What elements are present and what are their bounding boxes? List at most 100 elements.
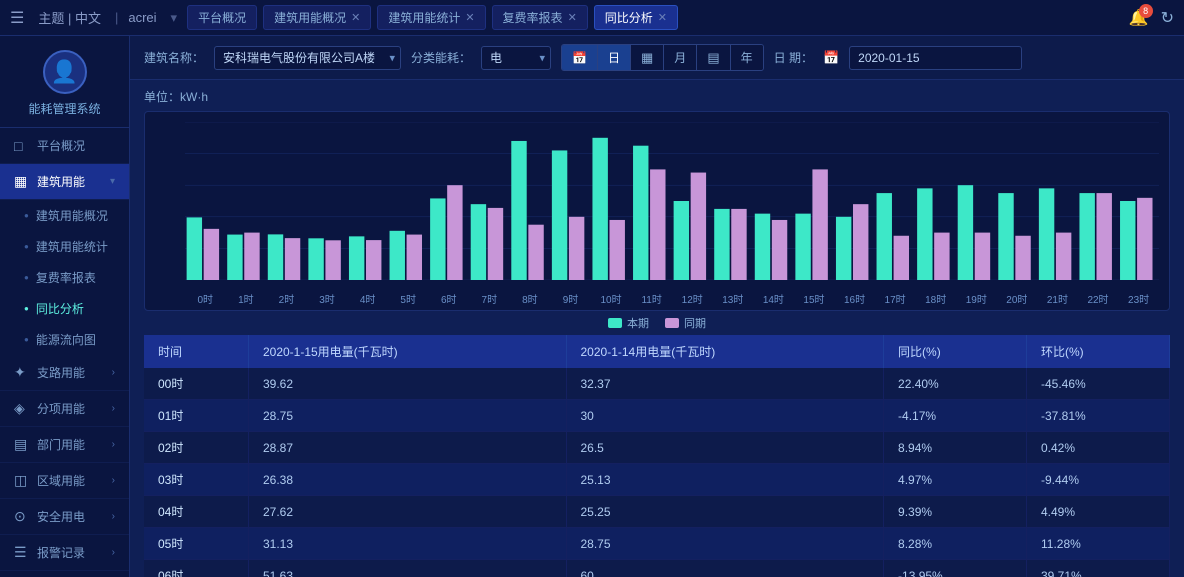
- legend-current: 本期: [608, 315, 649, 331]
- sidebar-item-branch-energy[interactable]: ✦ 支路用能 ›: [0, 355, 129, 391]
- x-axis-label: 15时: [794, 291, 835, 306]
- col-qoq: 环比(%): [1026, 335, 1169, 368]
- close-tab-3[interactable]: ✕: [568, 11, 577, 24]
- table-row: 03时26.3825.134.97%-9.44%: [144, 464, 1170, 496]
- sidebar-item-tiered-report[interactable]: 复费率报表: [0, 262, 129, 293]
- day-btn[interactable]: 日: [598, 45, 631, 70]
- x-axis-label: 20时: [997, 291, 1038, 306]
- sidebar-item-settings[interactable]: ⚙ 系统设置 ›: [0, 571, 129, 577]
- month-btn[interactable]: 月: [664, 45, 697, 70]
- notification-button[interactable]: 🔔 8: [1129, 8, 1149, 28]
- date-input[interactable]: [849, 46, 1022, 70]
- menu-icon[interactable]: ☰: [10, 8, 24, 28]
- branch-icon: ✦: [14, 364, 30, 381]
- tab-building-energy-stats[interactable]: 建筑用能统计 ✕: [377, 5, 485, 30]
- table-cell: 03时: [144, 464, 248, 496]
- platform-icon: □: [14, 138, 30, 154]
- building-select[interactable]: 安科瑞电气股份有限公司A楼: [214, 46, 401, 70]
- table-cell: 28.75: [566, 528, 884, 560]
- topbar: ☰ 主题 | 中文 | acrei ▾ 平台概况 建筑用能概况 ✕ 建筑用能统计…: [0, 0, 1184, 36]
- x-axis-label: 18时: [915, 291, 956, 306]
- year-grid-icon[interactable]: ▤: [697, 45, 730, 70]
- topbar-right: 🔔 8 ↻: [1129, 8, 1174, 28]
- building-label: 建筑名称：: [144, 49, 204, 66]
- table-cell: 06时: [144, 560, 248, 577]
- table-cell: 32.37: [566, 368, 884, 400]
- brand-sep: |: [115, 10, 118, 25]
- sidebar-nav: □ 平台概况 ▦ 建筑用能 ▾ 建筑用能概况 建筑用能统计 复费率报表 同比分析…: [0, 128, 129, 577]
- table-row: 01时28.7530-4.17%-37.81%: [144, 400, 1170, 432]
- chevron-right-icon-4: ›: [112, 475, 115, 486]
- table-cell: 25.13: [566, 464, 884, 496]
- chart-unit: 单位：kW·h: [144, 88, 1170, 105]
- chart-legend: 本期 同期: [144, 315, 1170, 331]
- table-cell: 25.25: [566, 496, 884, 528]
- x-axis-label: 22时: [1078, 291, 1119, 306]
- table-cell: -13.95%: [884, 560, 1027, 577]
- tab-yoy-analysis[interactable]: 同比分析 ✕: [594, 5, 678, 30]
- table-cell: 0.42%: [1026, 432, 1169, 464]
- sidebar-item-item-energy[interactable]: ◈ 分项用能 ›: [0, 391, 129, 427]
- sidebar-item-dept-energy[interactable]: ▤ 部门用能 ›: [0, 427, 129, 463]
- bar-chart: [185, 122, 1159, 280]
- close-tab-2[interactable]: ✕: [465, 11, 474, 24]
- alarm-icon: ☰: [14, 544, 30, 561]
- sidebar-item-energy-flow[interactable]: 能源流向图: [0, 324, 129, 355]
- sidebar-item-building-energy[interactable]: ▦ 建筑用能 ▾: [0, 164, 129, 200]
- sidebar-item-alarm[interactable]: ☰ 报警记录 ›: [0, 535, 129, 571]
- zone-icon: ◫: [14, 472, 30, 489]
- sidebar: 👤 能耗管理系统 □ 平台概况 ▦ 建筑用能 ▾ 建筑用能概况 建筑用能统计 复…: [0, 36, 130, 577]
- chevron-right-icon-3: ›: [112, 439, 115, 450]
- chevron-right-icon-5: ›: [112, 511, 115, 522]
- col-current: 2020-1-15用电量(千瓦时): [248, 335, 566, 368]
- x-axis-label: 1时: [226, 291, 267, 306]
- legend-prev: 同期: [665, 315, 706, 331]
- table-cell: 30: [566, 400, 884, 432]
- tab-platform-overview[interactable]: 平台概况: [187, 5, 257, 30]
- table-cell: 28.87: [248, 432, 566, 464]
- calendar-icon-btn[interactable]: 📅: [562, 45, 598, 70]
- x-axis-label: 16时: [834, 291, 875, 306]
- x-axis-label: 11时: [631, 291, 672, 306]
- sidebar-item-safety[interactable]: ⊙ 安全用电 ›: [0, 499, 129, 535]
- building-energy-icon: ▦: [14, 173, 30, 190]
- main-layout: 👤 能耗管理系统 □ 平台概况 ▦ 建筑用能 ▾ 建筑用能概况 建筑用能统计 复…: [0, 36, 1184, 577]
- month-grid-icon[interactable]: ▦: [631, 45, 664, 70]
- calendar-icon: 📅: [823, 50, 839, 66]
- x-axis-label: 3时: [307, 291, 348, 306]
- x-axis-label: 0时: [185, 291, 226, 306]
- table-cell: 01时: [144, 400, 248, 432]
- sidebar-profile: 👤 能耗管理系统: [0, 36, 129, 128]
- table-cell: 31.13: [248, 528, 566, 560]
- close-tab-4[interactable]: ✕: [658, 11, 667, 24]
- item-energy-icon: ◈: [14, 400, 30, 417]
- refresh-button[interactable]: ↻: [1161, 8, 1174, 28]
- x-axis-label: 8时: [510, 291, 551, 306]
- table-cell: 9.39%: [884, 496, 1027, 528]
- sidebar-item-yoy-analysis[interactable]: 同比分析: [0, 293, 129, 324]
- col-yoy: 同比(%): [884, 335, 1027, 368]
- x-axis-label: 19时: [956, 291, 997, 306]
- category-select[interactable]: 电: [481, 46, 551, 70]
- table-header: 时间 2020-1-15用电量(千瓦时) 2020-1-14用电量(千瓦时) 同…: [144, 335, 1170, 368]
- sidebar-item-platform[interactable]: □ 平台概况: [0, 128, 129, 164]
- legend-current-color: [608, 318, 622, 328]
- tab-building-energy-overview[interactable]: 建筑用能概况 ✕: [263, 5, 371, 30]
- table-cell: 51.63: [248, 560, 566, 577]
- table-cell: 39.71%: [1026, 560, 1169, 577]
- table-cell: 00时: [144, 368, 248, 400]
- table-cell: 4.49%: [1026, 496, 1169, 528]
- close-tab-1[interactable]: ✕: [351, 11, 360, 24]
- sidebar-item-building-stats[interactable]: 建筑用能统计: [0, 231, 129, 262]
- table-row: 00时39.6232.3722.40%-45.46%: [144, 368, 1170, 400]
- sidebar-item-zone-energy[interactable]: ◫ 区域用能 ›: [0, 463, 129, 499]
- sidebar-item-building-overview[interactable]: 建筑用能概况: [0, 200, 129, 231]
- system-title: 能耗管理系统: [28, 100, 100, 117]
- x-axis-label: 13时: [713, 291, 754, 306]
- table-cell: 28.75: [248, 400, 566, 432]
- notif-badge: 8: [1139, 4, 1153, 18]
- x-axis-label: 6时: [428, 291, 469, 306]
- table-row: 06时51.6360-13.95%39.71%: [144, 560, 1170, 577]
- tab-tiered-report[interactable]: 复费率报表 ✕: [492, 5, 588, 30]
- year-btn[interactable]: 年: [731, 45, 763, 70]
